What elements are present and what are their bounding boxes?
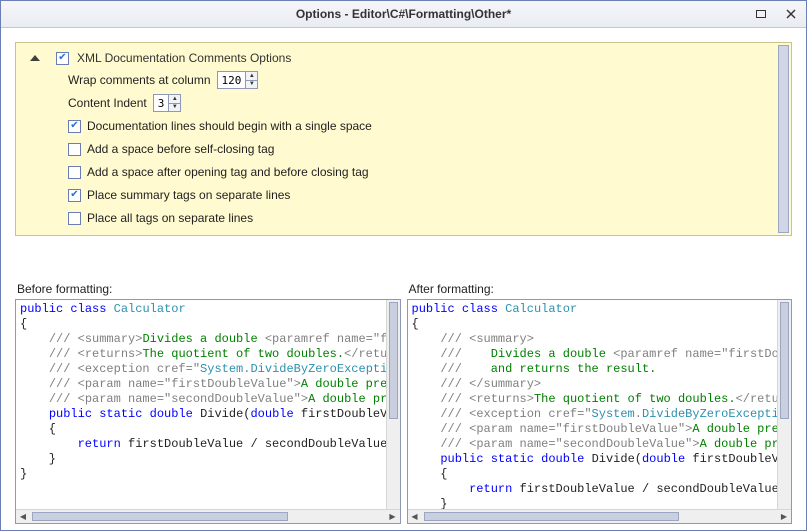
window-title: Options - Editor\C#\Formatting\Other* [296, 7, 511, 21]
checkbox-summary-separate-lines[interactable] [68, 189, 81, 202]
vertical-scrollbar[interactable] [386, 300, 400, 509]
after-preview: After formatting: public class Calculato… [407, 280, 793, 524]
after-label: After formatting: [407, 280, 793, 299]
collapse-icon[interactable] [30, 55, 40, 61]
spin-down-icon[interactable]: ▼ [246, 80, 257, 89]
before-label: Before formatting: [15, 280, 401, 299]
panel-title: XML Documentation Comments Options [77, 51, 291, 65]
spin-down-icon[interactable]: ▼ [169, 103, 180, 112]
scroll-right-icon[interactable]: ▶ [777, 510, 791, 523]
opt-label: Place all tags on separate lines [87, 211, 253, 225]
content-indent-input[interactable]: 3 ▲▼ [153, 94, 182, 112]
checkbox-all-tags-separate-lines[interactable] [68, 212, 81, 225]
spin-up-icon[interactable]: ▲ [246, 72, 257, 80]
opt-label: Add a space before self-closing tag [87, 142, 274, 156]
checkbox-space-before-selfclose[interactable] [68, 143, 81, 156]
checkbox-xml-doc-options[interactable] [56, 52, 69, 65]
content-indent-label: Content Indent [68, 96, 147, 110]
wrap-column-input[interactable]: 120 ▲▼ [217, 71, 259, 89]
before-preview: Before formatting: public class Calculat… [15, 280, 401, 524]
opt-label: Add a space after opening tag and before… [87, 165, 369, 179]
checkbox-single-space[interactable] [68, 120, 81, 133]
after-code: public class Calculator { /// <summary> … [408, 300, 792, 509]
scroll-left-icon[interactable]: ◀ [16, 510, 30, 523]
before-code: public class Calculator { /// <summary>D… [16, 300, 400, 509]
scroll-left-icon[interactable]: ◀ [408, 510, 422, 523]
xml-doc-options-panel: XML Documentation Comments Options Wrap … [15, 42, 792, 236]
horizontal-scrollbar[interactable]: ◀ ▶ [16, 509, 400, 523]
opt-label: Place summary tags on separate lines [87, 188, 290, 202]
horizontal-scrollbar[interactable]: ◀ ▶ [408, 509, 792, 523]
checkbox-space-after-opening[interactable] [68, 166, 81, 179]
vertical-scrollbar[interactable] [777, 300, 791, 509]
close-button[interactable] [776, 1, 806, 27]
opt-label: Documentation lines should begin with a … [87, 119, 372, 133]
maximize-button[interactable] [746, 1, 776, 27]
spin-up-icon[interactable]: ▲ [169, 95, 180, 103]
scroll-right-icon[interactable]: ▶ [386, 510, 400, 523]
wrap-column-label: Wrap comments at column [68, 73, 211, 87]
titlebar: Options - Editor\C#\Formatting\Other* [1, 1, 806, 28]
